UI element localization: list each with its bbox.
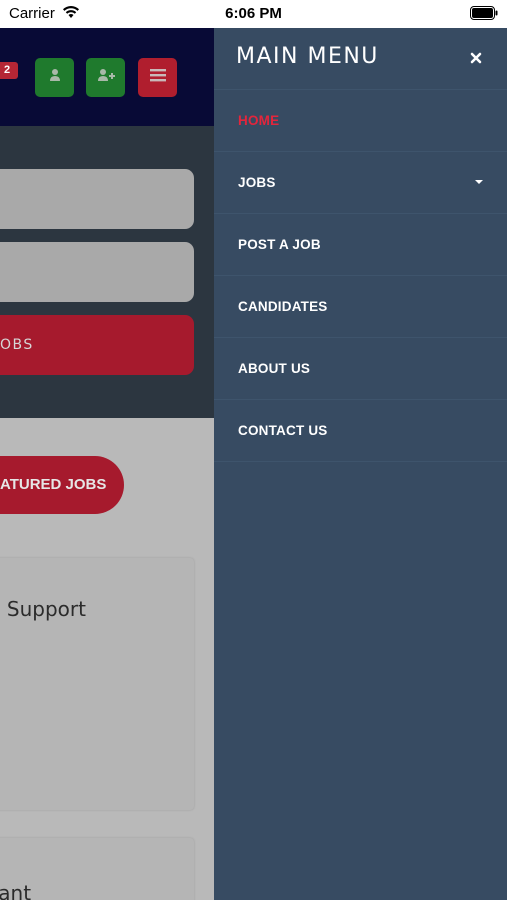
search-jobs-button[interactable]: OBS	[0, 315, 194, 375]
menu-item-label: ABOUT US	[238, 361, 311, 376]
menu-item-post-a-job[interactable]: POST A JOB	[214, 214, 507, 276]
job-card[interactable]: nt Support e	[0, 558, 194, 810]
menu-item-candidates[interactable]: CANDIDATES	[214, 276, 507, 338]
register-button[interactable]	[86, 58, 125, 97]
drawer-title: MAIN MENU	[236, 44, 379, 69]
close-icon[interactable]	[467, 49, 485, 67]
keyword-input[interactable]	[0, 169, 194, 229]
menu-button[interactable]	[138, 58, 177, 97]
status-bar: Carrier 6:06 PM	[0, 0, 507, 28]
search-section: OBS	[0, 126, 214, 418]
app-header: 2	[0, 28, 214, 126]
menu-item-contact-us[interactable]: CONTACT US	[214, 400, 507, 462]
menu-item-label: CONTACT US	[238, 423, 328, 438]
location-input[interactable]	[0, 242, 194, 302]
user-plus-icon	[96, 68, 116, 87]
background-page: 2 OBS ATURED JOBS nt Support e stant	[0, 28, 214, 900]
menu-item-label: CANDIDATES	[238, 299, 328, 314]
menu-item-jobs[interactable]: JOBS	[214, 152, 507, 214]
menu-item-label: JOBS	[238, 175, 276, 190]
caret-down-icon	[475, 180, 483, 184]
menu-item-label: POST A JOB	[238, 237, 321, 252]
battery-icon	[470, 6, 498, 20]
menu-item-label: HOME	[238, 113, 280, 128]
job-card[interactable]: stant	[0, 838, 194, 900]
drawer-header: MAIN MENU	[214, 28, 507, 90]
clock: 6:06 PM	[225, 5, 282, 22]
menu-item-home[interactable]: HOME	[214, 90, 507, 152]
job-title-line1: nt Support	[0, 597, 86, 621]
login-button[interactable]	[35, 58, 74, 97]
featured-jobs-button[interactable]: ATURED JOBS	[0, 456, 124, 514]
menu-item-about-us[interactable]: ABOUT US	[214, 338, 507, 400]
main-menu-drawer: MAIN MENU HOME JOBS POST A JOB CANDIDATE…	[214, 28, 507, 900]
job-title-line1: stant	[0, 881, 32, 900]
notification-badge: 2	[0, 62, 18, 79]
user-icon	[48, 68, 62, 87]
hamburger-icon	[149, 68, 166, 87]
